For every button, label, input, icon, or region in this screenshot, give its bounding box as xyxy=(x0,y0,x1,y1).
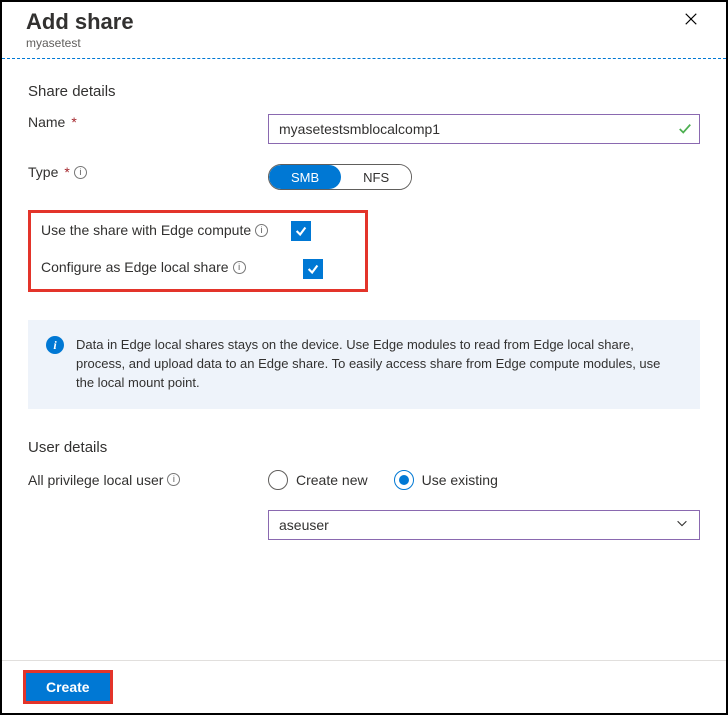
close-button[interactable] xyxy=(680,8,702,30)
edge-local-share-checkbox[interactable] xyxy=(303,259,323,279)
chevron-down-icon xyxy=(675,516,689,533)
info-icon[interactable]: i xyxy=(233,261,246,274)
radio-use-existing[interactable]: Use existing xyxy=(394,470,498,490)
panel-header: Add share myasetest xyxy=(2,2,726,58)
panel-subtitle: myasetest xyxy=(26,36,134,50)
panel-body: Share details Name* Type* i xyxy=(2,59,726,660)
type-label: Type* i xyxy=(28,164,268,180)
create-button[interactable]: Create xyxy=(26,673,110,701)
add-share-panel: Add share myasetest Share details Name* xyxy=(0,0,728,715)
info-circle-icon: i xyxy=(46,336,64,354)
type-row: Type* i SMB NFS xyxy=(28,164,700,190)
info-icon[interactable]: i xyxy=(74,166,87,179)
panel-title: Add share xyxy=(26,8,134,36)
edge-local-share-row: Configure as Edge local share i xyxy=(41,259,355,281)
type-option-nfs[interactable]: NFS xyxy=(341,165,411,189)
type-option-smb[interactable]: SMB xyxy=(269,165,341,189)
required-indicator: * xyxy=(71,114,76,130)
edge-local-share-label: Configure as Edge local share xyxy=(41,259,229,275)
share-details-heading: Share details xyxy=(28,83,700,100)
user-dropdown[interactable]: aseuser xyxy=(268,510,700,540)
privilege-user-label: All privilege local user xyxy=(28,472,163,488)
info-icon[interactable]: i xyxy=(255,224,268,237)
user-dropdown-row: aseuser xyxy=(28,510,700,540)
use-edge-compute-row: Use the share with Edge compute i xyxy=(41,221,355,243)
use-edge-compute-checkbox[interactable] xyxy=(291,221,311,241)
edge-compute-highlight: Use the share with Edge compute i Config… xyxy=(28,210,368,292)
radio-create-new[interactable]: Create new xyxy=(268,470,368,490)
close-icon xyxy=(684,12,698,26)
name-input[interactable] xyxy=(268,114,700,144)
valid-check-icon xyxy=(678,122,692,136)
name-row: Name* xyxy=(28,114,700,144)
name-label: Name* xyxy=(28,114,268,130)
type-toggle: SMB NFS xyxy=(268,164,412,190)
user-dropdown-value: aseuser xyxy=(279,517,329,533)
privilege-user-radio-group: Create new Use existing xyxy=(268,470,700,490)
user-details-heading: User details xyxy=(28,439,700,456)
use-edge-compute-label: Use the share with Edge compute xyxy=(41,221,251,240)
required-indicator: * xyxy=(64,164,69,180)
info-icon[interactable]: i xyxy=(167,473,180,486)
callout-text: Data in Edge local shares stays on the d… xyxy=(76,336,682,393)
panel-footer: Create xyxy=(2,660,726,713)
privilege-user-row: All privilege local user i Create new Us… xyxy=(28,470,700,490)
edge-local-info-callout: i Data in Edge local shares stays on the… xyxy=(28,320,700,409)
